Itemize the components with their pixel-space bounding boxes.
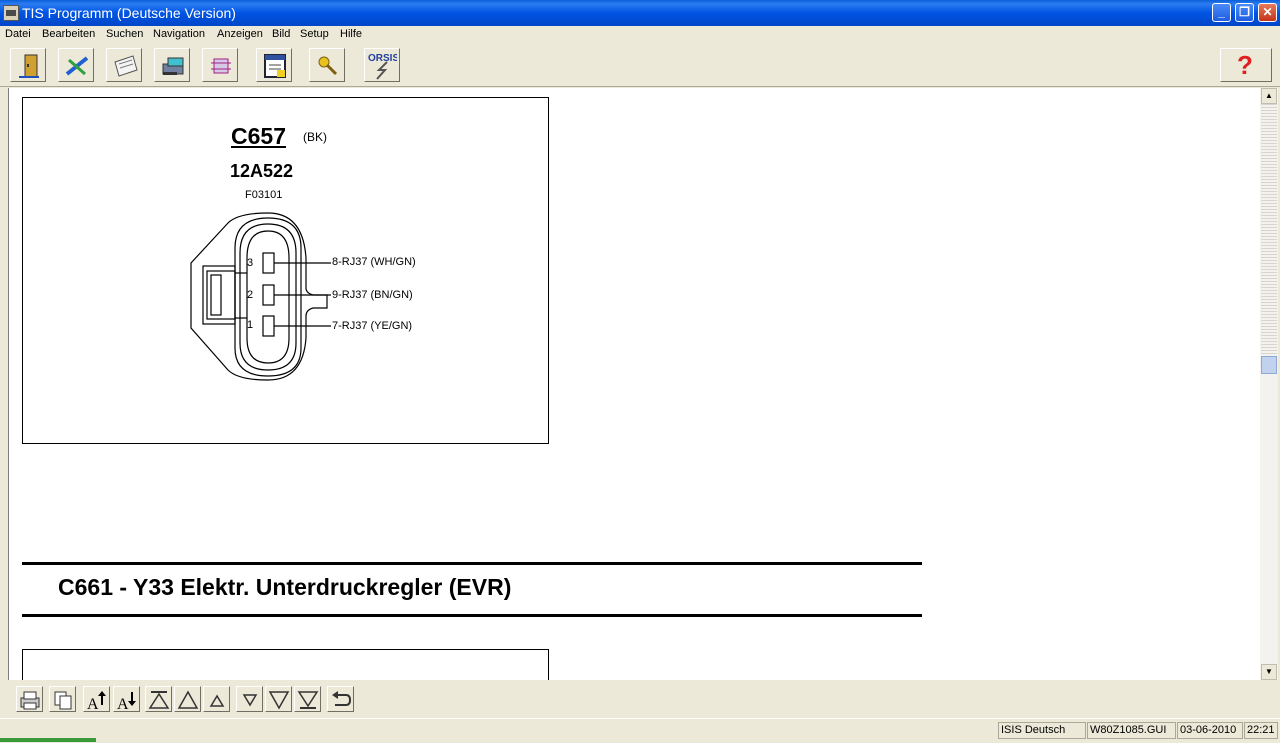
exit-door-button[interactable] (10, 48, 46, 82)
app-icon[interactable] (3, 5, 19, 21)
form-button[interactable] (256, 48, 292, 82)
first-page-icon (148, 691, 170, 709)
close-button[interactable]: ✕ (1258, 3, 1277, 22)
module-button[interactable] (202, 48, 238, 82)
scroll-thumb[interactable] (1261, 356, 1277, 374)
svg-text:A: A (87, 696, 99, 711)
menu-setup[interactable]: Setup (300, 28, 329, 40)
copy-icon (54, 691, 72, 710)
status-date: 03-06-2010 (1177, 722, 1243, 739)
wrench-icon (65, 56, 89, 76)
pin-number: 1 (247, 319, 254, 331)
pin-number: 2 (247, 289, 254, 301)
document-view: C657 (BK) 12A522 F03101 3 2 1 8-RJ37 (WH… (8, 88, 1261, 680)
font-larger-button[interactable]: A (83, 686, 110, 712)
page-down-button[interactable] (265, 686, 292, 712)
pin-wire-label: 8-RJ37 (WH/GN) (332, 256, 416, 268)
key-button[interactable] (309, 48, 345, 82)
line-down-icon (242, 694, 258, 707)
section-title: C661 - Y33 Elektr. Unterdruckregler (EVR… (58, 574, 512, 600)
next-connector-diagram (22, 649, 549, 680)
line-down-button[interactable] (236, 686, 263, 712)
chip-icon (211, 58, 231, 74)
status-language: ISIS Deutsch (998, 722, 1086, 739)
go-to-top-button[interactable] (145, 686, 172, 712)
page-down-icon (268, 691, 290, 710)
title-bar: TIS Programm (Deutsche Version) _ ❐ ✕ (0, 0, 1280, 26)
line-up-icon (209, 694, 225, 707)
line-up-button[interactable] (203, 686, 230, 712)
vehicle-button[interactable] (154, 48, 190, 82)
menu-bild[interactable]: Bild (272, 28, 290, 40)
page-up-icon (177, 690, 199, 709)
font-increase-icon: A (87, 691, 106, 711)
document-button[interactable] (106, 48, 142, 82)
page-up-button[interactable] (174, 686, 201, 712)
last-page-icon (297, 691, 319, 709)
go-to-bottom-button[interactable] (294, 686, 321, 712)
minimize-button[interactable]: _ (1212, 3, 1231, 22)
document-icon (114, 55, 138, 77)
vehicle-icon (162, 57, 184, 75)
pin-wire-label: 7-RJ37 (YE/GN) (332, 320, 413, 332)
pin-wire-label: 9-RJ37 (BN/GN) (332, 289, 413, 301)
connector-diagram: C657 (BK) 12A522 F03101 3 2 1 8-RJ37 (WH… (22, 97, 549, 444)
scroll-down-arrow[interactable]: ▼ (1261, 664, 1277, 680)
window-title: TIS Programm (Deutsche Version) (22, 5, 236, 21)
section-divider-bottom (22, 614, 922, 617)
status-file: W80Z1085.GUI (1087, 722, 1176, 739)
status-time: 22:21 (1244, 722, 1278, 739)
pin-number: 3 (247, 257, 254, 269)
menu-bearbeiten[interactable]: Bearbeiten (42, 28, 95, 40)
back-button[interactable] (327, 686, 354, 712)
copy-button[interactable] (49, 686, 76, 712)
taskbar-edge (0, 738, 96, 742)
navigation-bar: A A (0, 680, 1280, 718)
menu-bar: Datei Bearbeiten Suchen Navigation Anzei… (0, 26, 1280, 44)
font-decrease-icon: A (117, 692, 136, 711)
tools-button[interactable] (58, 48, 94, 82)
connector-drawing (190, 212, 331, 381)
key-icon (318, 56, 338, 76)
help-icon: ? (1237, 50, 1253, 80)
font-smaller-button[interactable]: A (113, 686, 140, 712)
menu-suchen[interactable]: Suchen (106, 28, 143, 40)
orsis-label: ORSIS (368, 53, 397, 64)
orsis-button[interactable]: ORSIS (364, 48, 400, 82)
print-button[interactable] (16, 686, 43, 712)
exit-door-icon (19, 54, 39, 78)
status-bar: ISIS Deutsch W80Z1085.GUI 03-06-2010 22:… (0, 718, 1280, 743)
menu-navigation[interactable]: Navigation (153, 28, 205, 40)
section-divider-top (22, 562, 922, 565)
svg-text:A: A (117, 696, 129, 711)
printer-icon (20, 691, 40, 710)
restore-button[interactable]: ❐ (1235, 3, 1254, 22)
orsis-icon: ORSIS (368, 53, 397, 80)
form-icon (264, 54, 286, 78)
vertical-scrollbar[interactable]: ▲ ▼ (1260, 88, 1278, 680)
menu-anzeigen[interactable]: Anzeigen (217, 28, 263, 40)
scroll-track[interactable] (1261, 104, 1277, 356)
undo-arrow-icon (332, 691, 352, 706)
help-button[interactable]: ? (1220, 48, 1272, 82)
menu-hilfe[interactable]: Hilfe (340, 28, 362, 40)
scroll-up-arrow[interactable]: ▲ (1261, 88, 1277, 104)
menu-datei[interactable]: Datei (5, 28, 31, 40)
toolbar: ORSIS ? (0, 44, 1280, 87)
